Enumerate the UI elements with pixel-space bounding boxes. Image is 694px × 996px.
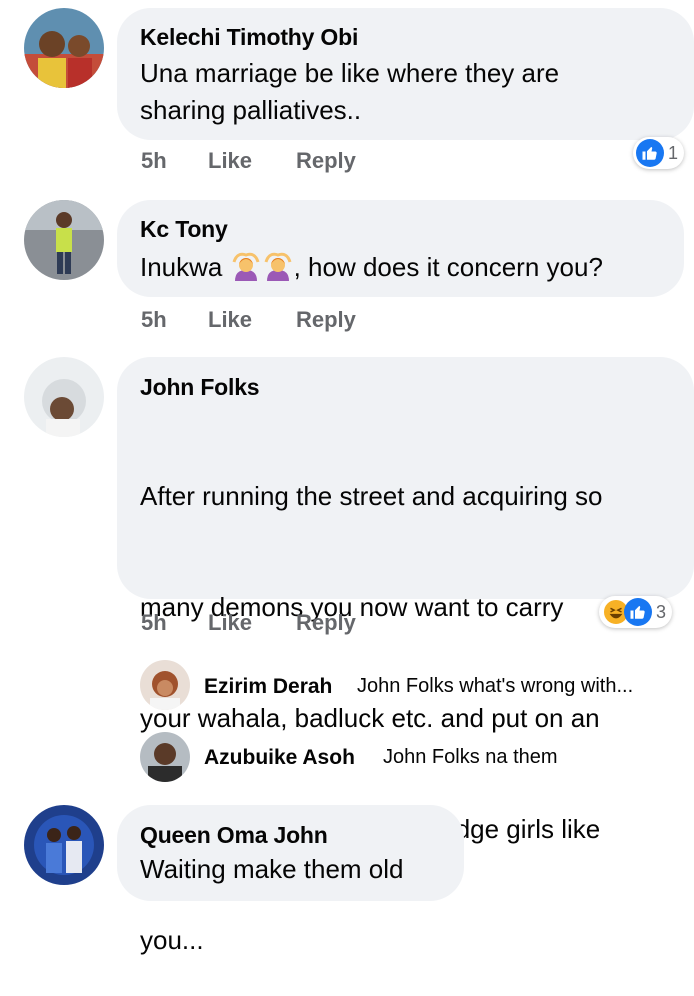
reply-button[interactable]: Reply <box>296 610 356 636</box>
like-button[interactable]: Like <box>208 148 252 174</box>
reaction-summary[interactable]: 1 <box>633 137 685 169</box>
comment-author[interactable]: Queen Oma John <box>140 822 328 849</box>
reply-text[interactable]: John Folks what's wrong with... <box>357 675 633 698</box>
reply-author[interactable]: Ezirim Derah <box>204 675 332 699</box>
avatar[interactable] <box>24 200 104 280</box>
reaction-summary[interactable]: 3 <box>599 596 673 628</box>
avatar[interactable] <box>24 8 104 88</box>
reply-text[interactable]: John Folks na them <box>383 746 558 769</box>
reply-author[interactable]: Azubuike Asoh <box>204 746 355 770</box>
reaction-count: 1 <box>668 142 679 163</box>
person-gesturing-ok-emoji <box>263 252 293 282</box>
comment-time[interactable]: 5h <box>141 148 167 174</box>
reply-button[interactable]: Reply <box>296 307 356 333</box>
reply-button[interactable]: Reply <box>296 148 356 174</box>
like-reaction-icon <box>624 598 652 626</box>
like-button[interactable]: Like <box>208 610 252 636</box>
comment-author[interactable]: Kelechi Timothy Obi <box>140 24 358 51</box>
comment-author[interactable]: Kc Tony <box>140 216 228 243</box>
avatar[interactable] <box>140 660 190 710</box>
like-button[interactable]: Like <box>208 307 252 333</box>
comment-time[interactable]: 5h <box>141 610 167 636</box>
reaction-count: 3 <box>656 601 667 622</box>
comment-text: After running the street and acquiring s… <box>140 481 603 955</box>
comment-time[interactable]: 5h <box>141 307 167 333</box>
avatar[interactable] <box>24 805 104 885</box>
comment-text: Waiting make them old <box>140 854 404 884</box>
comment-text: Una marriage be like where they are shar… <box>140 58 560 125</box>
avatar[interactable] <box>140 732 190 782</box>
person-gesturing-ok-emoji <box>231 252 261 282</box>
comment-author[interactable]: John Folks <box>140 374 260 401</box>
comment-text: Inukwa , how does it concern you? <box>140 252 603 282</box>
avatar[interactable] <box>24 357 104 437</box>
like-reaction-icon <box>636 139 664 167</box>
